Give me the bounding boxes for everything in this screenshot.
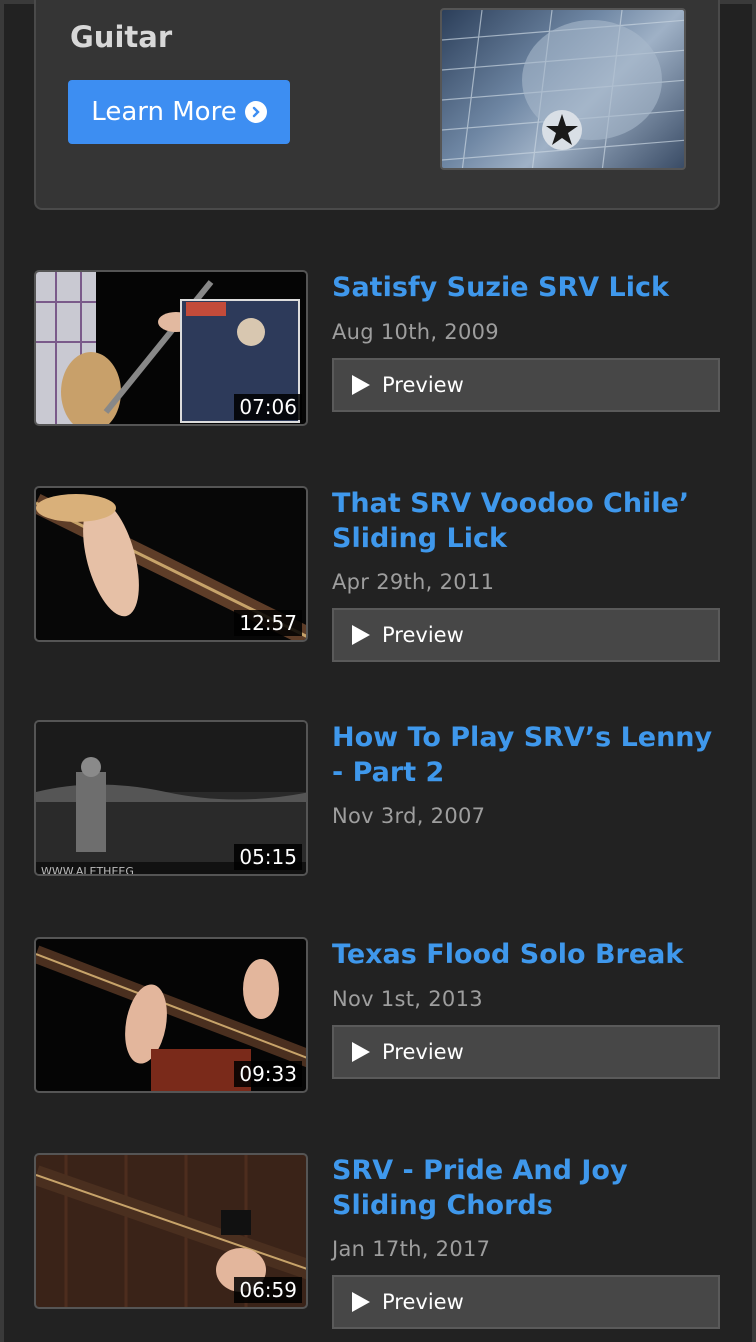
lesson-date: Jan 17th, 2017: [332, 1237, 491, 1261]
lesson-date: Apr 29th, 2011: [332, 570, 495, 594]
preview-button[interactable]: Preview: [332, 608, 720, 662]
list-item[interactable]: 07:06 Satisfy Suzie SRV Lick Aug 10th, 2…: [34, 270, 720, 428]
chevron-right-icon: [244, 101, 267, 123]
learn-more-label: Learn More: [91, 97, 237, 127]
learn-more-button[interactable]: Learn More: [68, 80, 290, 144]
list-item[interactable]: 12:57 That SRV Voodoo Chile’ Sliding Lic…: [34, 486, 722, 662]
lesson-title[interactable]: Texas Flood Solo Break: [332, 937, 722, 972]
svg-text:WWW.ALETHEEG: WWW.ALETHEEG: [41, 865, 134, 876]
video-duration: 05:15: [234, 844, 302, 870]
video-thumbnail[interactable]: 06:59: [34, 1153, 308, 1309]
list-item[interactable]: 06:59 SRV - Pride And Joy Sliding Chords…: [34, 1153, 722, 1329]
list-item[interactable]: 09:33 Texas Flood Solo Break Nov 1st, 20…: [34, 937, 720, 1095]
promo-image[interactable]: [440, 8, 686, 170]
video-thumbnail[interactable]: 07:06: [34, 270, 308, 426]
preview-label: Preview: [382, 373, 464, 397]
video-duration: 07:06: [234, 394, 302, 420]
preview-label: Preview: [382, 1040, 464, 1064]
lesson-title[interactable]: That SRV Voodoo Chile’ Sliding Lick: [332, 486, 722, 556]
lesson-title[interactable]: Satisfy Suzie SRV Lick: [332, 270, 722, 305]
preview-label: Preview: [382, 1290, 464, 1314]
video-thumbnail[interactable]: 09:33: [34, 937, 308, 1093]
preview-button[interactable]: Preview: [332, 1275, 720, 1329]
list-item[interactable]: WWW.ALETHEEG 05:15 How To Play SRV’s Len…: [34, 720, 720, 878]
preview-button[interactable]: Preview: [332, 1025, 720, 1079]
lesson-title[interactable]: SRV - Pride And Joy Sliding Chords: [332, 1153, 722, 1223]
video-duration: 09:33: [234, 1061, 302, 1087]
video-thumbnail[interactable]: WWW.ALETHEEG 05:15: [34, 720, 308, 876]
promo-card: Guitar Learn More: [34, 0, 720, 210]
video-duration: 12:57: [234, 610, 302, 636]
lesson-title[interactable]: How To Play SRV’s Lenny - Part 2: [332, 720, 722, 790]
preview-button[interactable]: Preview: [332, 358, 720, 412]
play-icon: [352, 375, 370, 395]
play-icon: [352, 1042, 370, 1062]
play-icon: [352, 625, 370, 645]
lesson-date: Nov 3rd, 2007: [332, 804, 486, 828]
preview-label: Preview: [382, 623, 464, 647]
play-icon: [352, 1292, 370, 1312]
lesson-date: Aug 10th, 2009: [332, 320, 499, 344]
lesson-date: Nov 1st, 2013: [332, 987, 483, 1011]
video-duration: 06:59: [234, 1277, 302, 1303]
video-thumbnail[interactable]: 12:57: [34, 486, 308, 642]
promo-title: Guitar: [70, 20, 173, 54]
